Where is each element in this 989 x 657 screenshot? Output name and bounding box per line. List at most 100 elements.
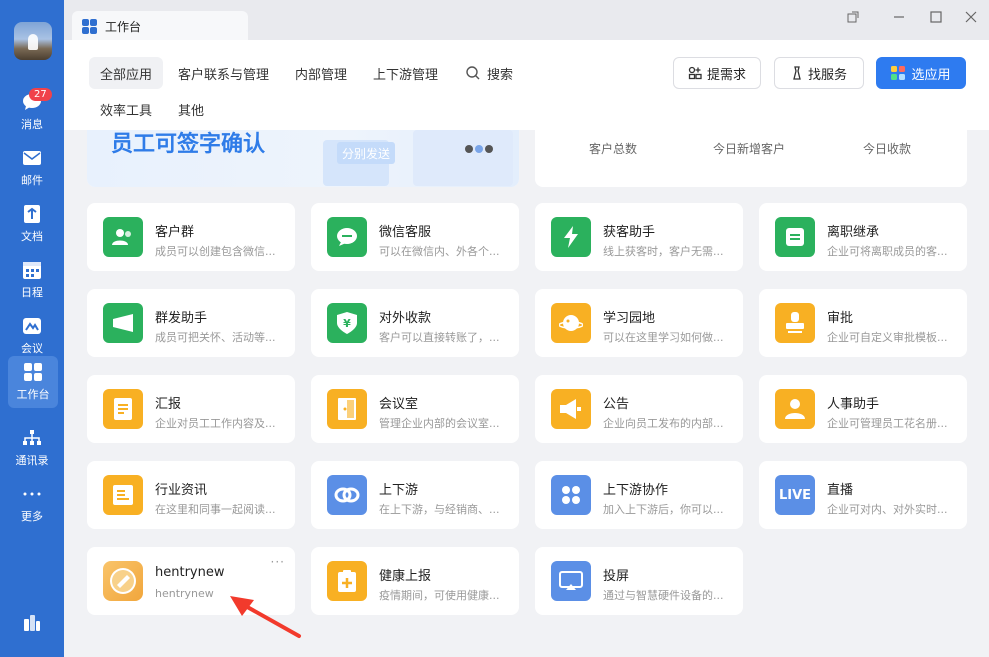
- service-label: 找服务: [807, 67, 847, 83]
- choose-app-button[interactable]: 选应用: [876, 57, 966, 89]
- minimize-icon[interactable]: [890, 8, 908, 26]
- app-card[interactable]: 公告 企业向员工发布的内部...: [535, 375, 743, 443]
- app-description: 企业向员工发布的内部...: [603, 417, 724, 430]
- app-name: 客户群: [155, 225, 195, 240]
- group-icon: [103, 217, 143, 257]
- meeting-icon: [22, 316, 42, 336]
- app-name: 学习园地: [603, 311, 656, 326]
- promo-banner[interactable]: 员工可签字确认 分别发送: [87, 130, 519, 187]
- app-description: 在上下游，与经销商、...: [379, 503, 500, 516]
- app-description: 在这里和同事一起阅读...: [155, 503, 276, 516]
- stat-new-customers-today: 今日新增客户: [713, 142, 786, 156]
- app-card[interactable]: 健康上报 疫情期间，可使用健康...: [311, 547, 519, 615]
- app-description: 成员可把关怀、活动等...: [155, 331, 276, 344]
- tab-internal-management[interactable]: 内部管理: [284, 57, 358, 89]
- tab-upstream-downstream[interactable]: 上下游管理: [362, 57, 449, 89]
- bookshelf-icon: [22, 612, 42, 632]
- screen-cast-icon: [551, 561, 591, 601]
- app-name: 行业资讯: [155, 483, 208, 498]
- app-card[interactable]: LIVE 直播 企业可对内、对外实时...: [759, 461, 967, 529]
- report-icon: [103, 389, 143, 429]
- app-name: hentrynew: [155, 565, 225, 580]
- title-bar: 工作台: [64, 0, 989, 42]
- stat-total-customers: 客户总数: [589, 142, 638, 156]
- app-description: 管理企业内部的会议室...: [379, 417, 500, 430]
- rail-item-bottom[interactable]: [0, 598, 64, 650]
- colorful-apps-icon: [891, 66, 906, 80]
- app-card[interactable]: 汇报 企业对员工工作内容及...: [87, 375, 295, 443]
- app-name: 投屏: [603, 569, 630, 584]
- apps-icon: [551, 475, 591, 515]
- rail-item-messages[interactable]: 消息 27: [0, 86, 64, 138]
- app-name: 上下游: [379, 483, 419, 498]
- custom-app-icon: [103, 561, 143, 601]
- app-card[interactable]: 人事助手 企业可管理员工花名册...: [759, 375, 967, 443]
- app-name: 获客助手: [603, 225, 656, 240]
- rail-item-contacts[interactable]: 通讯录: [0, 422, 64, 474]
- rail-item-workbench[interactable]: 工作台: [8, 356, 58, 408]
- card-more-button[interactable]: ···: [271, 555, 285, 569]
- left-navigation-rail: 消息 27 邮件 文档 日程 会议 工作台 通讯录 更多: [0, 0, 64, 657]
- app-card[interactable]: 上下游协作 加入上下游后，你可以...: [535, 461, 743, 529]
- app-card[interactable]: 获客助手 线上获客时，客户无需...: [535, 203, 743, 271]
- pop-out-icon[interactable]: [844, 8, 862, 26]
- app-description: 成员可以创建包含微信...: [155, 245, 276, 258]
- rail-item-label: 文档: [21, 230, 43, 243]
- announcement-icon: [551, 389, 591, 429]
- app-card[interactable]: 离职继承 企业可将离职成员的客...: [759, 203, 967, 271]
- app-description: 通过与智慧硬件设备的...: [603, 589, 724, 602]
- app-description: 企业可将离职成员的客...: [827, 245, 948, 258]
- tab-others[interactable]: 其他: [167, 93, 215, 125]
- rail-item-docs[interactable]: 文档: [0, 198, 64, 250]
- rail-item-mail[interactable]: 邮件: [0, 142, 64, 194]
- megaphone-icon: [103, 303, 143, 343]
- workbench-grid-icon: [23, 362, 43, 382]
- app-card[interactable]: 审批 企业可自定义审批模板...: [759, 289, 967, 357]
- workbench-window: 工作台 全部应用 客户联系与管理 内部管理 上下游管理 搜索 效率工具 其他 提…: [64, 0, 989, 657]
- tab-all-apps[interactable]: 全部应用: [89, 57, 164, 89]
- document-icon: [22, 204, 42, 224]
- rail-item-label: 邮件: [21, 174, 43, 187]
- rail-item-meeting[interactable]: 会议: [0, 310, 64, 362]
- app-card[interactable]: 群发助手成员可把关怀、活动等...: [87, 289, 295, 357]
- transfer-icon: [775, 217, 815, 257]
- rail-item-more[interactable]: 更多: [0, 478, 64, 530]
- close-icon[interactable]: [962, 8, 980, 26]
- tab-efficiency-tools[interactable]: 效率工具: [89, 93, 163, 125]
- rail-item-label: 日程: [21, 286, 43, 299]
- banner-send-label: 分别发送: [337, 142, 395, 164]
- app-card[interactable]: 学习园地 可以在这里学习如何做...: [535, 289, 743, 357]
- app-card[interactable]: 微信客服可以在微信内、外各个...: [311, 203, 519, 271]
- banner-title: 员工可签字确认: [111, 132, 266, 157]
- rail-item-label: 工作台: [16, 388, 50, 401]
- stats-panel[interactable]: 客户总数 今日新增客户 今日收款: [535, 130, 967, 187]
- app-name: 群发助手: [155, 311, 208, 326]
- rail-item-calendar[interactable]: 日程: [0, 254, 64, 306]
- svg-text:¥: ¥: [343, 317, 351, 330]
- user-avatar[interactable]: [14, 22, 52, 60]
- unread-badge: 27: [29, 88, 52, 101]
- search-button[interactable]: 搜索: [455, 57, 524, 89]
- maximize-icon[interactable]: [927, 8, 945, 26]
- app-name: 健康上报: [379, 569, 432, 584]
- annotation-arrow-icon: [230, 596, 301, 638]
- app-card[interactable]: ¥ 对外收款 客户可以直接转账了，...: [311, 289, 519, 357]
- app-card[interactable]: 会议室 管理企业内部的会议室...: [311, 375, 519, 443]
- lightning-icon: [551, 217, 591, 257]
- app-grid-area: 员工可签字确认 分别发送 客户总数 今日新增客户 今日收款 客户群成员可以创建包…: [64, 130, 989, 657]
- app-description: 可以在微信内、外各个...: [379, 245, 500, 258]
- app-name: 上下游协作: [603, 483, 669, 498]
- yen-shield-icon: ¥: [327, 303, 367, 343]
- app-card[interactable]: 上下游在上下游，与经销商、...: [311, 461, 519, 529]
- request-button[interactable]: 提需求: [673, 57, 761, 89]
- tab-customer-management[interactable]: 客户联系与管理: [167, 57, 280, 89]
- app-card[interactable]: 投屏通过与智慧硬件设备的...: [535, 547, 743, 615]
- app-name: 微信客服: [379, 225, 432, 240]
- find-service-button[interactable]: 找服务: [774, 57, 864, 89]
- app-card[interactable]: 客户群成员可以创建包含微信...: [87, 203, 295, 271]
- banner-illustration-2: [413, 130, 513, 186]
- window-tab-workbench[interactable]: 工作台: [72, 11, 248, 42]
- door-icon: [327, 389, 367, 429]
- health-report-icon: [327, 561, 367, 601]
- app-card[interactable]: 行业资讯在这里和同事一起阅读...: [87, 461, 295, 529]
